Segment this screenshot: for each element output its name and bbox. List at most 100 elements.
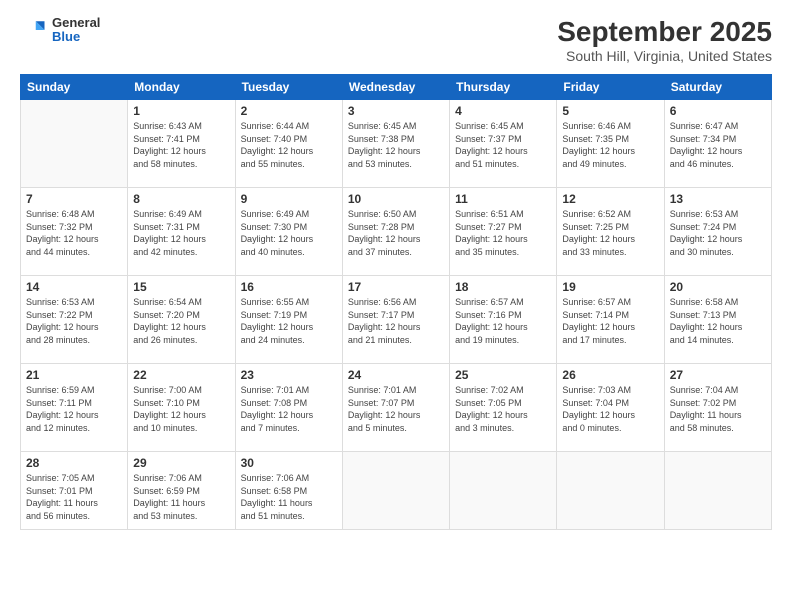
- col-saturday: Saturday: [664, 75, 771, 100]
- daylight-text: Daylight: 12 hoursand 42 minutes.: [133, 234, 206, 257]
- day-number: 9: [241, 192, 337, 206]
- daylight-text: Daylight: 12 hoursand 7 minutes.: [241, 410, 314, 433]
- daylight-text: Daylight: 12 hoursand 58 minutes.: [133, 146, 206, 169]
- day-info: Sunrise: 7:06 AMSunset: 6:59 PMDaylight:…: [133, 472, 229, 522]
- day-number: 12: [562, 192, 658, 206]
- logo-icon: [20, 16, 48, 44]
- calendar-cell: 8Sunrise: 6:49 AMSunset: 7:31 PMDaylight…: [128, 188, 235, 276]
- sunset-text: Sunset: 7:25 PM: [562, 222, 629, 232]
- daylight-text: Daylight: 12 hoursand 24 minutes.: [241, 322, 314, 345]
- sunset-text: Sunset: 7:24 PM: [670, 222, 737, 232]
- day-info: Sunrise: 6:54 AMSunset: 7:20 PMDaylight:…: [133, 296, 229, 346]
- calendar-cell: 9 Sunrise: 6:49 AMSunset: 7:30 PMDaylight…: [235, 188, 342, 276]
- calendar-cell: 2Sunrise: 6:44 AMSunset: 7:40 PMDaylight…: [235, 100, 342, 188]
- sunset-text: Sunset: 7:17 PM: [348, 310, 415, 320]
- calendar-cell: 28Sunrise: 7:05 AMSunset: 7:01 PMDayligh…: [21, 452, 128, 530]
- title-section: September 2025 South Hill, Virginia, Uni…: [557, 16, 772, 64]
- day-number: 29: [133, 456, 229, 470]
- day-number: 11: [455, 192, 551, 206]
- daylight-text: Daylight: 12 hoursand 14 minutes.: [670, 322, 743, 345]
- day-number: 23: [241, 368, 337, 382]
- day-number: 21: [26, 368, 122, 382]
- day-info: Sunrise: 6:49 AMSunset: 7:31 PMDaylight:…: [133, 208, 229, 258]
- calendar-cell: 30Sunrise: 7:06 AMSunset: 6:58 PMDayligh…: [235, 452, 342, 530]
- col-monday: Monday: [128, 75, 235, 100]
- daylight-text: Daylight: 12 hoursand 12 minutes.: [26, 410, 99, 433]
- calendar-week-row: 28Sunrise: 7:05 AMSunset: 7:01 PMDayligh…: [21, 452, 772, 530]
- day-info: Sunrise: 7:01 AMSunset: 7:07 PMDaylight:…: [348, 384, 444, 434]
- sunset-text: Sunset: 7:10 PM: [133, 398, 200, 408]
- sunrise-text: Sunrise: 7:00 AM: [133, 385, 202, 395]
- sunrise-text: Sunrise: 7:03 AM: [562, 385, 631, 395]
- day-number: 20: [670, 280, 766, 294]
- col-friday: Friday: [557, 75, 664, 100]
- sunrise-text: Sunrise: 6:45 AM: [348, 121, 417, 131]
- day-number: 26: [562, 368, 658, 382]
- sunset-text: Sunset: 7:11 PM: [26, 398, 92, 408]
- sunrise-text: Sunrise: 6:53 AM: [670, 209, 739, 219]
- daylight-text: Daylight: 11 hoursand 58 minutes.: [670, 410, 742, 433]
- sunrise-text: Sunrise: 6:50 AM: [348, 209, 417, 219]
- daylight-text: Daylight: 12 hoursand 46 minutes.: [670, 146, 743, 169]
- day-number: 7: [26, 192, 122, 206]
- day-info: Sunrise: 6:46 AMSunset: 7:35 PMDaylight:…: [562, 120, 658, 170]
- sunset-text: Sunset: 7:34 PM: [670, 134, 737, 144]
- sunset-text: Sunset: 7:22 PM: [26, 310, 93, 320]
- sunset-text: Sunset: 7:05 PM: [455, 398, 522, 408]
- sunset-text: Sunset: 7:14 PM: [562, 310, 629, 320]
- calendar-cell: 23 Sunrise: 7:01 AMSunset: 7:08 PMDayligh…: [235, 364, 342, 452]
- day-info: Sunrise: 6:51 AMSunset: 7:27 PMDaylight:…: [455, 208, 551, 258]
- calendar-cell: 25Sunrise: 7:02 AMSunset: 7:05 PMDayligh…: [450, 364, 557, 452]
- calendar-cell: 12 Sunrise: 6:52 AMSunset: 7:25 PMDayligh…: [557, 188, 664, 276]
- calendar-week-row: 14Sunrise: 6:53 AMSunset: 7:22 PMDayligh…: [21, 276, 772, 364]
- day-info: Sunrise: 7:01 AMSunset: 7:08 PMDaylight:…: [241, 384, 337, 434]
- sunrise-text: Sunrise: 6:45 AM: [455, 121, 524, 131]
- sunrise-text: Sunrise: 7:04 AM: [670, 385, 739, 395]
- calendar-week-row: 1Sunrise: 6:43 AMSunset: 7:41 PMDaylight…: [21, 100, 772, 188]
- daylight-text: Daylight: 12 hoursand 0 minutes.: [562, 410, 635, 433]
- sunrise-text: Sunrise: 6:57 AM: [455, 297, 524, 307]
- daylight-text: Daylight: 11 hoursand 56 minutes.: [26, 498, 98, 521]
- day-number: 10: [348, 192, 444, 206]
- sunset-text: Sunset: 7:28 PM: [348, 222, 415, 232]
- sunset-text: Sunset: 7:41 PM: [133, 134, 200, 144]
- sunset-text: Sunset: 7:20 PM: [133, 310, 200, 320]
- calendar-cell: [557, 452, 664, 530]
- calendar-cell: [450, 452, 557, 530]
- daylight-text: Daylight: 12 hoursand 37 minutes.: [348, 234, 421, 257]
- sunrise-text: Sunrise: 6:57 AM: [562, 297, 631, 307]
- day-number: 25: [455, 368, 551, 382]
- day-info: Sunrise: 6:53 AMSunset: 7:24 PMDaylight:…: [670, 208, 766, 258]
- day-info: Sunrise: 6:57 AMSunset: 7:14 PMDaylight:…: [562, 296, 658, 346]
- sunrise-text: Sunrise: 6:53 AM: [26, 297, 95, 307]
- daylight-text: Daylight: 12 hoursand 40 minutes.: [241, 234, 314, 257]
- day-number: 17: [348, 280, 444, 294]
- day-number: 18: [455, 280, 551, 294]
- daylight-text: Daylight: 12 hoursand 55 minutes.: [241, 146, 314, 169]
- daylight-text: Daylight: 12 hoursand 28 minutes.: [26, 322, 99, 345]
- daylight-text: Daylight: 12 hoursand 3 minutes.: [455, 410, 528, 433]
- day-info: Sunrise: 6:49 AMSunset: 7:30 PMDaylight:…: [241, 208, 337, 258]
- calendar-cell: 15Sunrise: 6:54 AMSunset: 7:20 PMDayligh…: [128, 276, 235, 364]
- daylight-text: Daylight: 12 hoursand 5 minutes.: [348, 410, 421, 433]
- calendar-cell: 29 Sunrise: 7:06 AMSunset: 6:59 PMDayligh…: [128, 452, 235, 530]
- sunset-text: Sunset: 7:07 PM: [348, 398, 415, 408]
- day-number: 1: [133, 104, 229, 118]
- day-number: 13: [670, 192, 766, 206]
- daylight-text: Daylight: 12 hoursand 19 minutes.: [455, 322, 528, 345]
- sunset-text: Sunset: 7:27 PM: [455, 222, 522, 232]
- calendar-cell: 14Sunrise: 6:53 AMSunset: 7:22 PMDayligh…: [21, 276, 128, 364]
- calendar-cell: 6Sunrise: 6:47 AMSunset: 7:34 PMDaylight…: [664, 100, 771, 188]
- day-number: 22: [133, 368, 229, 382]
- calendar-cell: 13Sunrise: 6:53 AMSunset: 7:24 PMDayligh…: [664, 188, 771, 276]
- logo-general-text: General: [52, 16, 100, 30]
- sunrise-text: Sunrise: 6:46 AM: [562, 121, 631, 131]
- day-number: 28: [26, 456, 122, 470]
- col-thursday: Thursday: [450, 75, 557, 100]
- day-info: Sunrise: 6:52 AMSunset: 7:25 PMDaylight:…: [562, 208, 658, 258]
- day-number: 19: [562, 280, 658, 294]
- calendar-cell: 7Sunrise: 6:48 AMSunset: 7:32 PMDaylight…: [21, 188, 128, 276]
- calendar-cell: 10 Sunrise: 6:50 AM Sunset: 7:28 PM Dayligh…: [342, 188, 449, 276]
- sunset-text: Sunset: 6:58 PM: [241, 486, 308, 496]
- day-info: Sunrise: 6:58 AMSunset: 7:13 PMDaylight:…: [670, 296, 766, 346]
